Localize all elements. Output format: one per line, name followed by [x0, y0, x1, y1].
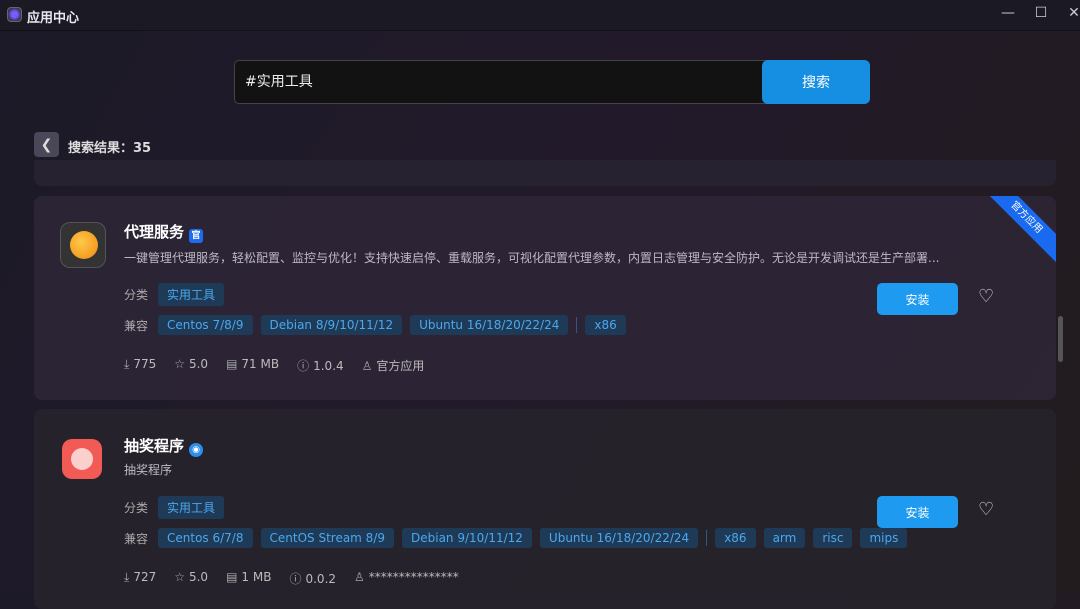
app-stats: ⤓ 775 ☆ 5.0 ▤ 71 MB ⓘ 1.0.4 ♙ 官方应用 — [124, 357, 424, 374]
downloads: 727 — [133, 570, 157, 584]
results-count: 搜索结果：35 — [68, 141, 152, 156]
storage-icon: ▤ — [226, 357, 238, 371]
download-icon: ⤓ — [124, 570, 130, 584]
arch-tag: arm — [763, 528, 806, 548]
minimize-button[interactable]: — — [998, 5, 1018, 21]
arch-tag: x86 — [715, 528, 756, 548]
search-button[interactable]: 搜索 — [762, 60, 870, 104]
app-stats: ⤓ 727 ☆ 5.0 ▤ 1 MB ⓘ 0.0.2 ♙ *************** — [124, 570, 459, 587]
os-tag: Ubuntu 16/18/20/22/24 — [410, 315, 569, 335]
info-icon: ⓘ — [297, 359, 310, 373]
arch-tag: mips — [860, 528, 908, 548]
star-icon: ☆ — [174, 570, 185, 584]
version: 0.0.2 — [305, 572, 337, 586]
scrollbar-thumb[interactable] — [1058, 316, 1063, 362]
divider — [706, 530, 708, 546]
favorite-heart-icon[interactable]: ♡ — [978, 499, 994, 520]
arch-tag: risc — [813, 528, 853, 548]
version: 1.0.4 — [313, 359, 344, 373]
size: 1 MB — [241, 570, 272, 584]
user-icon: ♙ — [354, 570, 365, 584]
arch-tag: x86 — [585, 315, 626, 335]
author: 官方应用 — [376, 359, 425, 373]
github-badge-icon: ◉ — [189, 443, 204, 457]
chevron-left-icon: ❮ — [40, 136, 53, 153]
install-button[interactable]: 安装 — [877, 496, 958, 528]
app-logo-icon — [7, 7, 22, 22]
category-label: 分类 — [124, 288, 149, 302]
window-title: 应用中心 — [27, 11, 80, 26]
app-card[interactable]: 抽奖程序 ◉ 抽奖程序 分类 实用工具 兼容 Centos 6/7/8 CentO… — [34, 409, 1056, 609]
downloads: 775 — [133, 357, 157, 371]
back-button[interactable]: ❮ — [34, 132, 59, 157]
star-icon: ☆ — [174, 357, 185, 371]
compat-label: 兼容 — [124, 318, 149, 333]
download-icon: ⤓ — [124, 357, 130, 371]
rating: 5.0 — [188, 357, 209, 371]
category-row: 分类 实用工具 — [124, 496, 225, 519]
category-tag[interactable]: 实用工具 — [158, 283, 225, 306]
os-tag: Centos 7/8/9 — [158, 315, 253, 335]
app-description: 抽奖程序 — [124, 463, 173, 477]
os-tag: Debian 8/9/10/11/12 — [260, 315, 403, 335]
app-title[interactable]: 代理服务官 — [124, 221, 204, 243]
rating: 5.0 — [188, 570, 209, 584]
info-icon: ⓘ — [289, 572, 302, 586]
os-tag: Ubuntu 16/18/20/22/24 — [539, 528, 699, 548]
app-icon — [62, 439, 102, 479]
compat-label: 兼容 — [124, 531, 149, 546]
search-box: 搜索 — [234, 60, 870, 104]
app-card-previous[interactable] — [34, 160, 1056, 186]
compat-row: 兼容 Centos 6/7/8 CentOS Stream 8/9 Debian… — [124, 528, 908, 548]
app-card[interactable]: 代理服务官 一键管理代理服务，轻松配置、监控与优化！支持快速启停、重载服务，可视… — [34, 196, 1056, 400]
storage-icon: ▤ — [226, 570, 238, 584]
official-ribbon: 官方应用 — [976, 196, 1056, 268]
app-title[interactable]: 抽奖程序 ◉ — [124, 435, 204, 457]
compat-row: 兼容 Centos 7/8/9 Debian 8/9/10/11/12 Ubun… — [124, 315, 626, 335]
user-icon: ♙ — [361, 359, 373, 373]
author: *************** — [368, 570, 459, 584]
app-icon — [60, 222, 106, 268]
close-button[interactable]: ✕ — [1064, 5, 1080, 21]
os-tag: Centos 6/7/8 — [158, 528, 253, 548]
official-badge-icon: 官 — [189, 229, 204, 243]
install-button[interactable]: 安装 — [877, 283, 958, 315]
category-row: 分类 实用工具 — [124, 283, 225, 306]
maximize-button[interactable]: ☐ — [1031, 5, 1051, 21]
category-tag[interactable]: 实用工具 — [158, 496, 225, 519]
category-label: 分类 — [124, 501, 149, 515]
favorite-heart-icon[interactable]: ♡ — [978, 286, 994, 307]
os-tag: Debian 9/10/11/12 — [402, 528, 532, 548]
search-input[interactable] — [245, 73, 745, 89]
size: 71 MB — [241, 357, 280, 371]
title-bar: 应用中心 — ☐ ✕ — [0, 0, 1080, 31]
divider — [576, 317, 578, 333]
app-description: 一键管理代理服务，轻松配置、监控与优化！支持快速启停、重载服务，可视化配置代理参… — [124, 251, 940, 265]
os-tag: CentOS Stream 8/9 — [260, 528, 394, 548]
